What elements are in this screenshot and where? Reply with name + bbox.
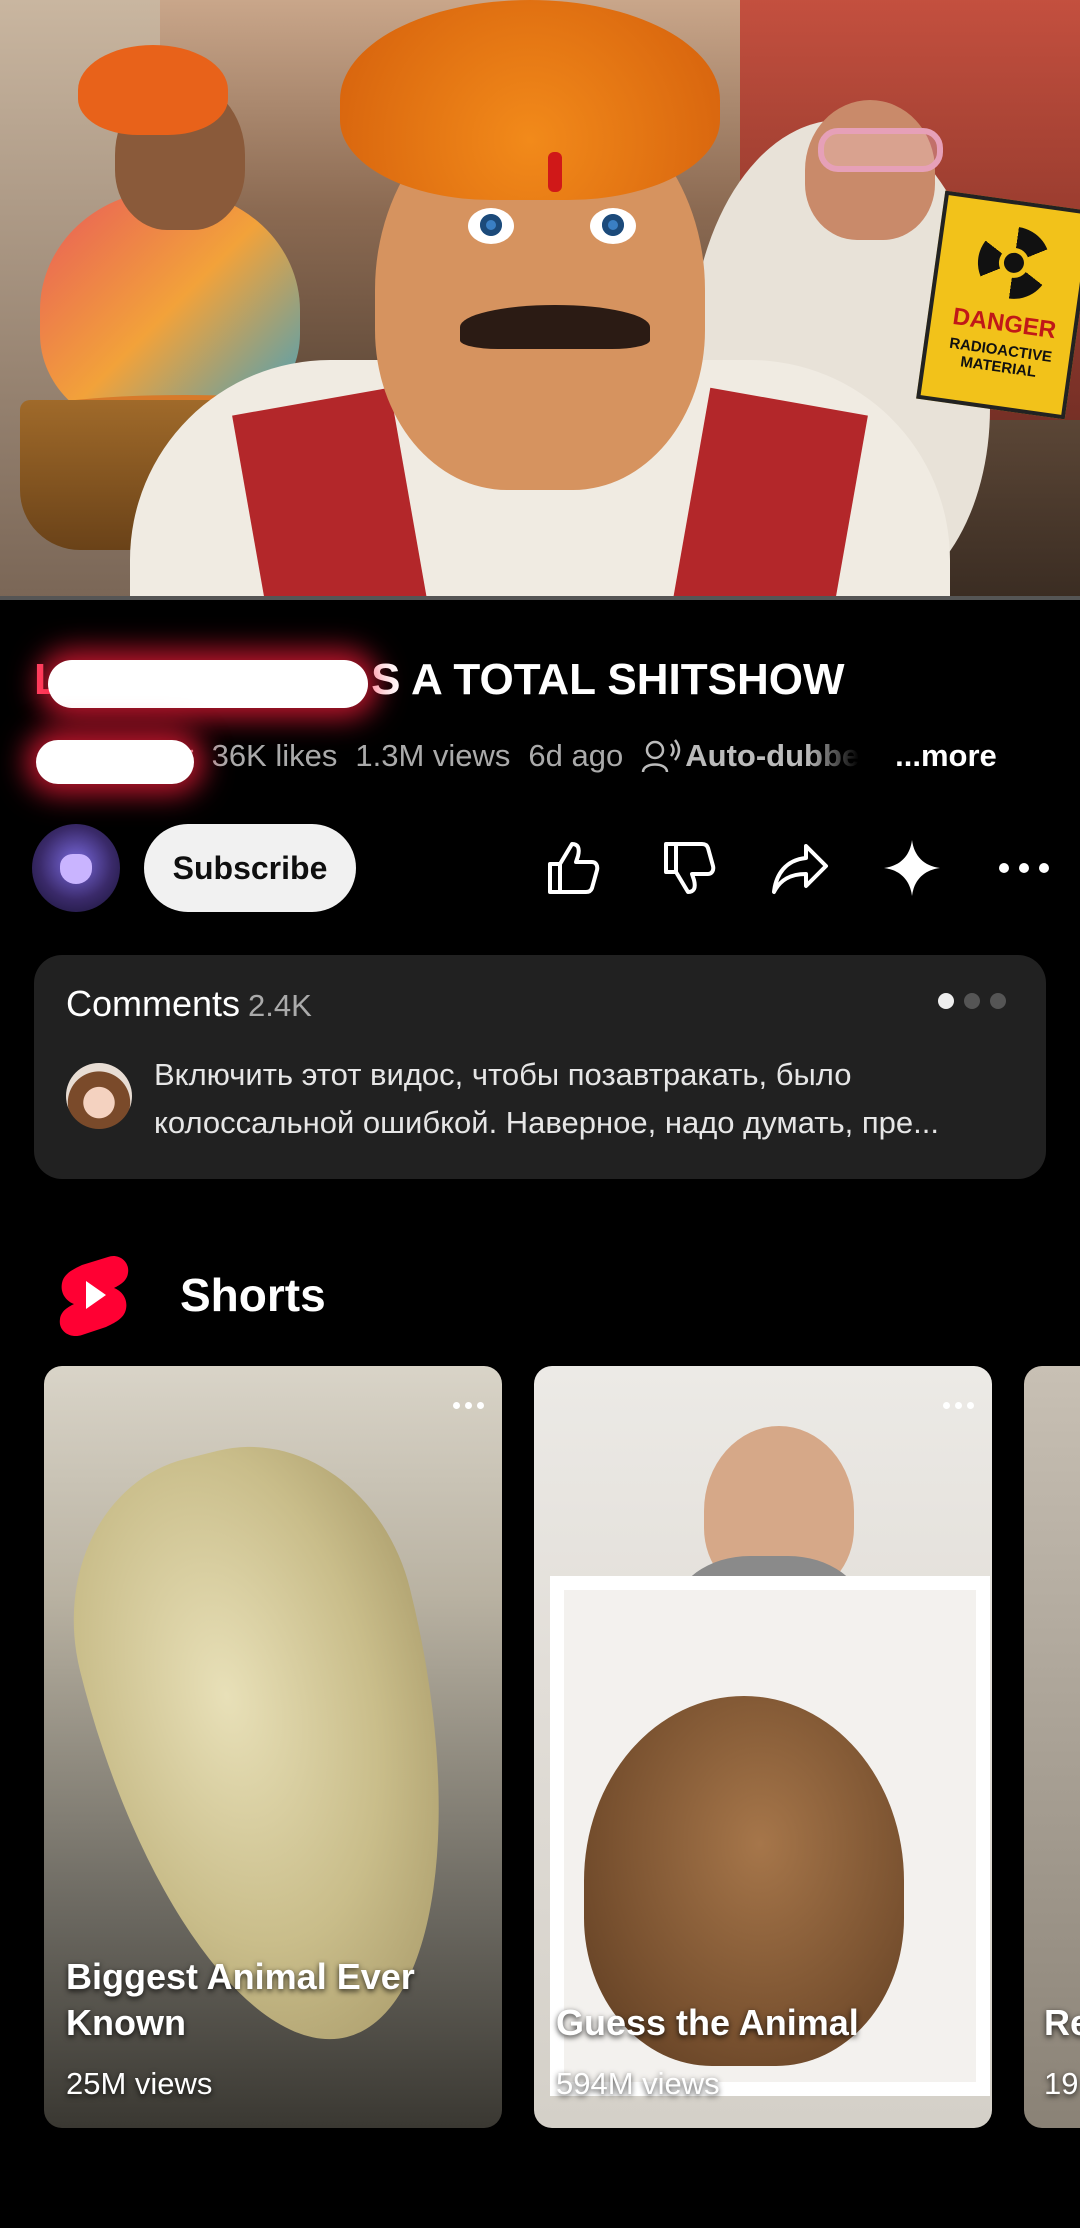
title-redaction — [48, 660, 368, 708]
upload-age: 6d ago — [528, 738, 624, 773]
channel-redaction — [36, 740, 194, 784]
radiation-icon — [973, 222, 1055, 304]
top-comment: Включить этот видос, чтобы позавтракать,… — [154, 1051, 1004, 1147]
view-count: 1.3M views — [355, 738, 511, 773]
channel-avatar[interactable] — [32, 824, 120, 912]
comments-header: Comments 2.4K — [66, 983, 312, 1025]
thumbnail-mustache — [460, 305, 650, 349]
subscribe-button[interactable]: Subscribe — [144, 824, 356, 912]
thumbnail-eye-right — [590, 208, 636, 244]
dislike-icon[interactable] — [656, 836, 720, 900]
likes-count: 36K likes — [211, 738, 338, 773]
top-comment-line-1: Включить этот видос, чтобы позавтракать,… — [154, 1057, 852, 1092]
short-views: 25M views — [66, 2066, 213, 2101]
short-more-icon[interactable] — [453, 1402, 484, 1409]
more-icon[interactable] — [992, 836, 1056, 900]
auto-dub-icon — [642, 739, 681, 773]
comments-card[interactable]: Comments 2.4K Включить этот видос, чтобы … — [34, 955, 1046, 1179]
pager-dot — [964, 993, 980, 1009]
short-views: 594M views — [556, 2066, 720, 2101]
short-views: 19 — [1044, 2066, 1079, 2101]
short-title: Guess the Animal — [556, 2002, 859, 2043]
video-title-text: S A TOTAL SHITSHOW — [371, 655, 845, 704]
thumbnail-tilak — [548, 152, 562, 192]
share-icon[interactable] — [768, 836, 832, 900]
video-thumbnail[interactable]: DANGER RADIOACTIVE MATERIAL — [0, 0, 1080, 600]
action-bar: Subscribe — [32, 822, 1052, 914]
video-progress-bar[interactable] — [0, 596, 1080, 600]
thumbnail-goggles — [818, 128, 943, 172]
thumbnail-cook-turban — [78, 45, 228, 135]
short-card[interactable]: Guess the Animal 594M views — [534, 1366, 992, 2128]
shorts-logo-icon — [59, 1255, 129, 1337]
pager-dot-active — [938, 993, 954, 1009]
short-title: Re #e — [1044, 2002, 1080, 2043]
danger-sign: DANGER RADIOACTIVE MATERIAL — [916, 190, 1080, 420]
auto-dubbed-badge: Auto-dubbe — [641, 738, 877, 774]
short-card[interactable]: Re #e 19 — [1024, 1366, 1080, 2128]
shorts-header: Shorts — [56, 1250, 326, 1340]
more-link[interactable]: ...more — [895, 738, 997, 774]
short-title: Biggest Animal Ever Known — [66, 1956, 415, 2043]
comments-count: 2.4K — [248, 988, 312, 1023]
commenter-avatar — [66, 1063, 132, 1129]
short-more-icon[interactable] — [943, 1402, 974, 1409]
comments-pager — [938, 993, 1006, 1009]
like-icon[interactable] — [540, 836, 604, 900]
pager-dot — [990, 993, 1006, 1009]
auto-dubbed-label: Auto-dubbe — [685, 738, 860, 773]
comments-label: Comments — [66, 983, 241, 1024]
ask-ai-icon[interactable] — [880, 836, 944, 900]
shorts-label: Shorts — [180, 1269, 326, 1321]
thumbnail-man-turban — [340, 0, 720, 200]
video-title-row[interactable]: LIS A TOTAL SHITSHOW — [34, 650, 1054, 710]
short-card[interactable]: Biggest Animal Ever Known 25M views — [44, 1366, 502, 2128]
thumbnail-eye-left — [468, 208, 514, 244]
top-comment-line-2: колоссальной ошибкой. Наверное, надо дум… — [154, 1105, 939, 1140]
